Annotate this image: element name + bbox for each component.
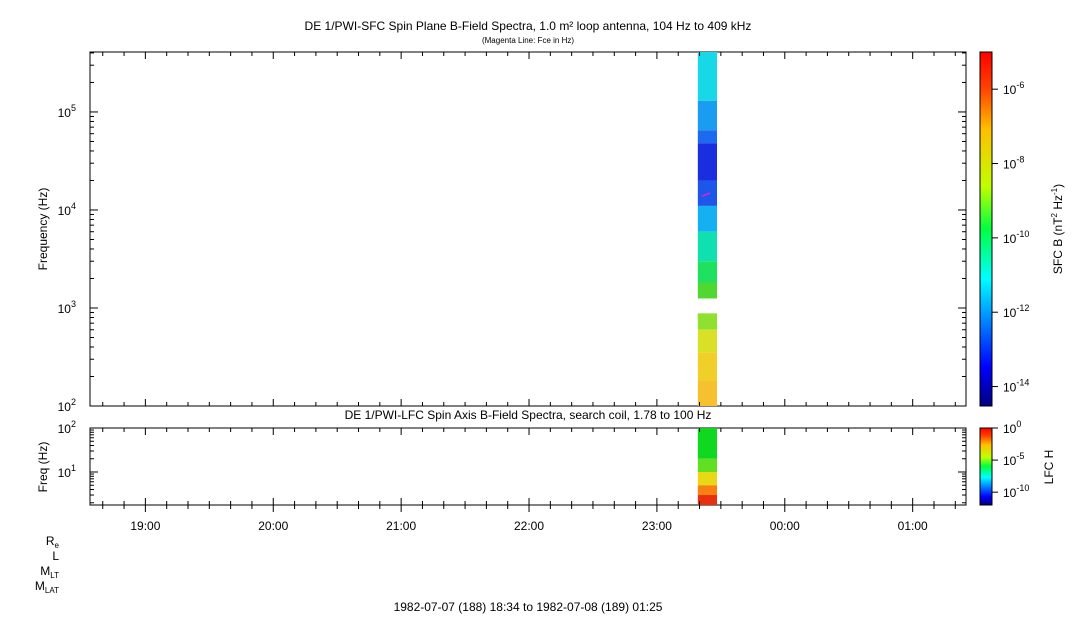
x-tick-label: 23:00	[642, 519, 672, 533]
top-panel-subtitle: (Magenta Line: Fce in Hz)	[482, 36, 574, 45]
bottom-panel-frame	[89, 427, 967, 506]
spectrogram-figure: DE 1/PWI-SFC Spin Plane B-Field Spectra,…	[35, 19, 1065, 614]
ephemeris-label: L	[52, 549, 59, 563]
colorbar-tick-label: 10-12	[1003, 303, 1029, 320]
spectrogram-cell	[697, 130, 718, 144]
top-y-axis: 102 103 104 105	[58, 52, 966, 414]
spectrogram-cell	[697, 180, 718, 206]
colorbar-tick-label: 10-10	[1003, 483, 1029, 500]
colorbar-tick-label: 10-8	[1003, 155, 1024, 172]
y-tick-label: 102	[58, 397, 76, 414]
spectrogram-cell	[697, 428, 718, 459]
top-panel-frame	[89, 51, 967, 407]
bottom-colorbar-ticks: 100 10-5 10-10	[992, 419, 1029, 500]
spectrogram-cell	[697, 52, 718, 101]
bottom-y-axis-label: Freq (Hz)	[36, 442, 50, 493]
top-colorbar-label: SFC B (nT2 Hz-1)	[1050, 184, 1065, 274]
spectrogram-cell	[697, 329, 718, 353]
x-tick-label: 01:00	[898, 519, 928, 533]
x-tick-label: 20:00	[258, 519, 288, 533]
colorbar-tick-label: 10-6	[1003, 80, 1024, 97]
spectrogram-cell	[697, 231, 718, 262]
x-tick-label: 21:00	[386, 519, 416, 533]
spectrogram-cell	[697, 205, 718, 232]
top-spectrogram-data	[697, 52, 718, 406]
colorbar-tick-label: 100	[1003, 419, 1021, 436]
top-colorbar-ticks: 10-6 10-8 10-10 10-12 10-14	[992, 80, 1029, 395]
bottom-colorbar-label: LFC H	[1042, 450, 1056, 485]
spectrogram-cell	[697, 282, 718, 299]
y-tick-label: 105	[58, 103, 76, 120]
data-gap	[697, 300, 718, 313]
spectrogram-cell	[697, 100, 718, 131]
spectrogram-cell	[697, 261, 718, 283]
ephemeris-label: Re	[46, 534, 60, 550]
top-panel-title: DE 1/PWI-SFC Spin Plane B-Field Spectra,…	[305, 19, 752, 33]
ephemeris-label: MLT	[40, 564, 59, 580]
top-y-axis-label: Frequency (Hz)	[36, 188, 50, 271]
colorbar-tick-label: 10-14	[1003, 378, 1029, 395]
top-colorbar	[979, 51, 993, 407]
y-tick-label: 103	[58, 299, 76, 316]
time-range-footer: 1982-07-07 (188) 18:34 to 1982-07-08 (18…	[394, 600, 663, 614]
x-tick-label: 19:00	[130, 519, 160, 533]
ephemeris-label: MLAT	[35, 579, 59, 595]
spectrogram-cell	[697, 380, 718, 406]
y-tick-label: 104	[58, 201, 76, 218]
bottom-panel-title: DE 1/PWI-LFC Spin Axis B-Field Spectra, …	[345, 408, 712, 422]
x-tick-label: 00:00	[770, 519, 800, 533]
x-tick-label: 22:00	[514, 519, 544, 533]
y-tick-label: 101	[58, 463, 76, 480]
bottom-y-axis: 101 102	[58, 419, 966, 504]
bottom-spectrogram-data	[697, 428, 718, 505]
spectrogram-cell	[697, 495, 718, 505]
time-axis: 19:00 20:00 21:00 22:00 23:00 00:00 01:00	[102, 52, 956, 533]
bottom-colorbar	[979, 427, 993, 506]
spectrogram-cell	[697, 472, 718, 486]
ephemeris-labels: ReLMLTMLAT	[35, 534, 60, 595]
y-tick-label: 102	[58, 419, 76, 436]
colorbar-tick-label: 10-10	[1003, 229, 1029, 246]
spectrogram-cell	[697, 485, 718, 496]
spectrogram-cell	[697, 313, 718, 330]
colorbar-tick-label: 10-5	[1003, 451, 1024, 468]
spectrogram-cell	[697, 143, 718, 181]
spectrogram-cell	[697, 352, 718, 381]
spectrogram-cell	[697, 458, 718, 473]
